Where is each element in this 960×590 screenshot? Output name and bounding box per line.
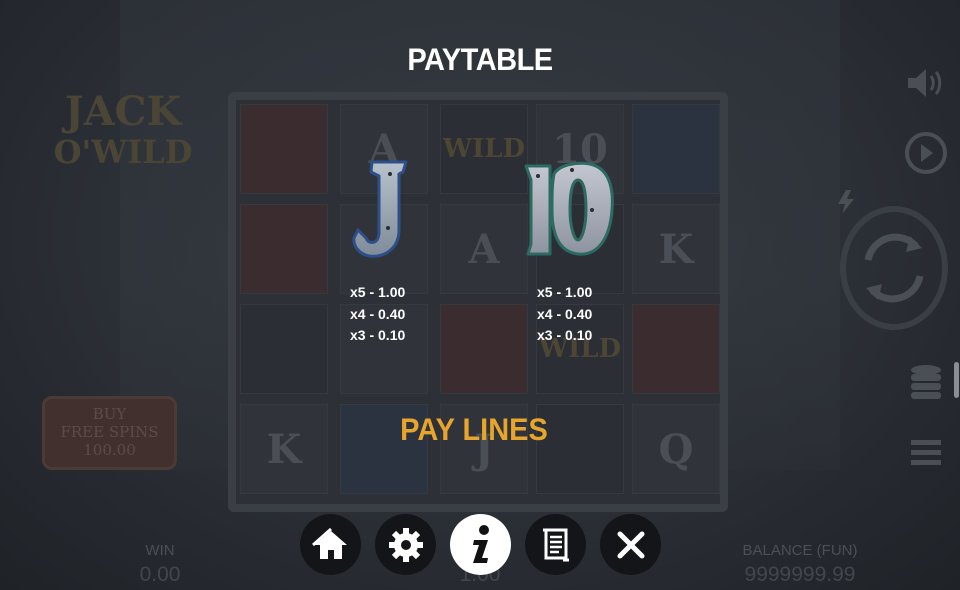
reel-cell-wild: WILD bbox=[440, 104, 528, 194]
balance-value: 9999999.99 bbox=[744, 563, 856, 586]
scroll-icon bbox=[542, 528, 569, 561]
close-button[interactable] bbox=[600, 514, 661, 575]
reel-cell bbox=[240, 204, 328, 294]
10-pay-list: x5 - 1.00 x4 - 0.40 x3 - 0.10 bbox=[537, 282, 592, 347]
reel-cell bbox=[632, 104, 720, 194]
reel-cell bbox=[632, 304, 720, 394]
info-button[interactable] bbox=[450, 514, 511, 575]
info-icon bbox=[472, 524, 489, 563]
pay-row: x4 - 0.40 bbox=[350, 305, 406, 322]
reel-cell bbox=[440, 304, 528, 394]
logo-text-bottom: O'WILD bbox=[53, 133, 193, 171]
logo-text-top: JACK bbox=[64, 88, 182, 135]
reel-frame: A WILD 10 A K WILD K J Q bbox=[228, 92, 728, 512]
autoplay-icon bbox=[903, 130, 949, 181]
home-button[interactable] bbox=[300, 514, 361, 575]
pay-row: x3 - 0.10 bbox=[537, 327, 593, 343]
reel-cell bbox=[240, 304, 328, 394]
letter-j-symbol bbox=[350, 158, 412, 262]
win-value: 0.00 bbox=[139, 563, 181, 586]
pay-row: x5 - 1.00 bbox=[537, 284, 593, 300]
scrollbar-thumb[interactable] bbox=[954, 362, 959, 398]
win-label: WIN bbox=[145, 542, 175, 559]
balance-label: BALANCE (FUN) bbox=[742, 542, 858, 559]
game-logo: JACK O'WILD bbox=[38, 92, 208, 192]
pay-row: x5 - 1.00 bbox=[350, 284, 406, 300]
gear-icon bbox=[388, 527, 423, 562]
pay-row: x4 - 0.40 bbox=[537, 305, 593, 322]
pay-row: x3 - 0.10 bbox=[350, 327, 406, 343]
coins-icon bbox=[909, 364, 943, 405]
spin-button bbox=[840, 206, 948, 330]
reel-cell: K bbox=[632, 204, 720, 294]
settings-button[interactable] bbox=[375, 514, 436, 575]
paytable-title: PAYTABLE bbox=[407, 42, 553, 78]
pay-lines-heading: PAY LINES bbox=[400, 412, 548, 448]
close-icon bbox=[617, 531, 644, 558]
number-10-symbol bbox=[520, 160, 616, 260]
j-pay-list: x5 - 1.00 x4 - 0.40 x3 - 0.10 bbox=[350, 282, 405, 347]
reel-cell: A bbox=[440, 204, 528, 294]
reel-cell bbox=[240, 104, 328, 194]
home-icon bbox=[311, 527, 347, 559]
rules-button[interactable] bbox=[525, 514, 586, 575]
